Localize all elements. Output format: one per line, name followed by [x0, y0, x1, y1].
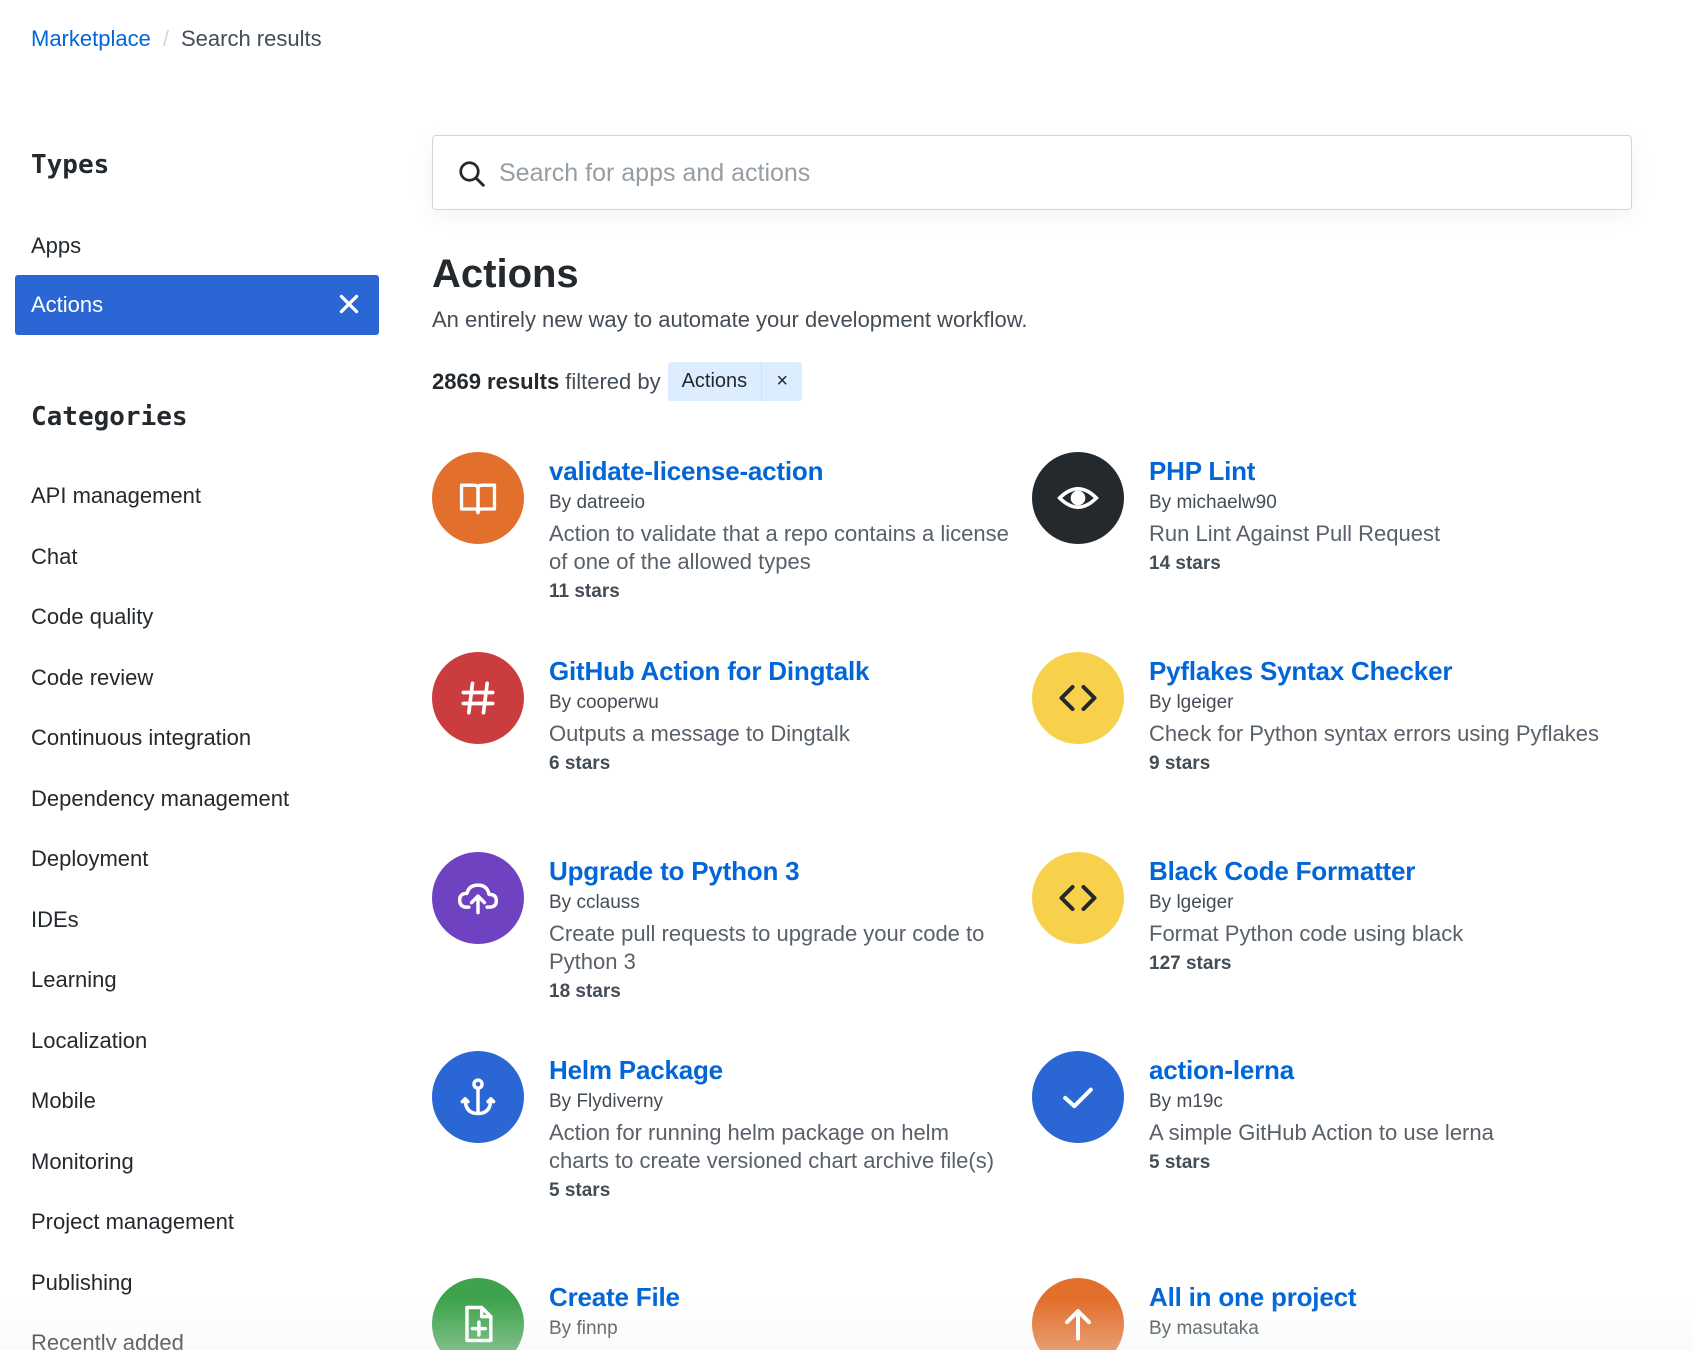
search-box	[432, 135, 1632, 210]
category-item[interactable]: Code review	[31, 652, 289, 713]
action-title-link[interactable]: Upgrade to Python 3	[549, 854, 1009, 888]
action-author: By cclauss	[549, 892, 640, 913]
action-avatar[interactable]	[432, 452, 524, 544]
action-author: By finnp	[549, 1318, 618, 1339]
category-item[interactable]: Project management	[31, 1196, 289, 1257]
action-title-link[interactable]: All in one project	[1149, 1280, 1609, 1314]
action-stars: 9 stars	[1149, 753, 1211, 774]
action-author: By masutaka	[1149, 1318, 1259, 1339]
category-item[interactable]: IDEs	[31, 894, 289, 955]
type-filter-label: Apps	[31, 233, 82, 258]
book-icon	[459, 483, 497, 515]
action-description: Action to validate that a repo contains …	[549, 521, 1009, 574]
close-icon[interactable]	[336, 291, 362, 317]
action-stars: 5 stars	[1149, 1152, 1211, 1173]
file-add-icon	[465, 1305, 493, 1343]
action-stars: 6 stars	[549, 753, 611, 774]
type-filter-actions[interactable]: Actions	[15, 275, 379, 335]
category-item[interactable]: Code quality	[31, 591, 289, 652]
anchor-icon	[460, 1078, 496, 1116]
eye-icon	[1057, 487, 1099, 509]
action-title-link[interactable]: Pyflakes Syntax Checker	[1149, 654, 1609, 688]
action-description: Run Lint Against Pull Request	[1149, 521, 1441, 546]
action-title-link[interactable]: Helm Package	[549, 1053, 1009, 1087]
action-description: Create pull requests to upgrade your cod…	[549, 921, 985, 974]
action-stars: 5 stars	[549, 1180, 611, 1201]
action-description: Outputs a message to Dingtalk	[549, 721, 850, 746]
action-stars: 11 stars	[549, 581, 620, 602]
categories-heading: Categories	[31, 402, 188, 432]
filter-chip-remove-button[interactable]: ×	[761, 362, 802, 401]
action-avatar[interactable]	[432, 652, 524, 744]
search-icon	[459, 161, 485, 187]
action-description: A simple GitHub Action to use lerna	[1149, 1120, 1494, 1145]
action-title-link[interactable]: Create File	[549, 1280, 1009, 1314]
code-icon	[1059, 884, 1097, 912]
action-avatar[interactable]	[432, 1278, 524, 1350]
results-count: 2869 results	[432, 368, 560, 394]
category-item[interactable]: Publishing	[31, 1257, 289, 1318]
filter-chip-label: Actions	[681, 370, 748, 392]
filtered-by-label: filtered by	[565, 368, 661, 394]
action-avatar[interactable]	[1032, 1051, 1124, 1143]
action-author: By m19c	[1149, 1091, 1223, 1112]
action-avatar[interactable]	[1032, 1278, 1124, 1350]
action-title-link[interactable]: PHP Lint	[1149, 454, 1609, 488]
type-filter-apps[interactable]: Apps	[15, 216, 379, 276]
category-item[interactable]: Learning	[31, 954, 289, 1015]
action-avatar[interactable]	[432, 852, 524, 944]
action-description: Action for running helm package on helm …	[549, 1120, 995, 1173]
search-input[interactable]	[499, 150, 1609, 196]
page-title: Actions	[432, 252, 579, 296]
category-item[interactable]: Deployment	[31, 833, 289, 894]
results-summary: 2869 results filtered by Actions ×	[432, 362, 803, 401]
action-description: Format Python code using black	[1149, 921, 1464, 946]
action-author: By cooperwu	[549, 692, 659, 713]
action-description: Check for Python syntax errors using Pyf…	[1149, 721, 1599, 746]
category-list: API management Chat Code quality Code re…	[31, 470, 289, 1350]
action-avatar[interactable]	[1032, 452, 1124, 544]
check-icon	[1063, 1087, 1093, 1109]
action-avatar[interactable]	[1032, 852, 1124, 944]
sidebar: Types Apps Actions Categories API manage…	[0, 0, 390, 1350]
category-item[interactable]: Dependency management	[31, 773, 289, 834]
action-author: By michaelw90	[1149, 492, 1277, 513]
arrow-up-icon	[1064, 1309, 1092, 1341]
action-author: By lgeiger	[1149, 892, 1234, 913]
action-stars: 14 stars	[1149, 553, 1221, 574]
category-item[interactable]: API management	[31, 470, 289, 531]
category-item[interactable]: Continuous integration	[31, 712, 289, 773]
hash-icon	[461, 681, 495, 715]
filter-chip: Actions ×	[667, 362, 803, 401]
action-stars: 127 stars	[1149, 953, 1232, 974]
action-avatar[interactable]	[1032, 652, 1124, 744]
category-item[interactable]: Mobile	[31, 1075, 289, 1136]
category-item[interactable]: Recently added	[31, 1317, 289, 1350]
action-author: By lgeiger	[1149, 692, 1234, 713]
code-icon	[1059, 684, 1097, 712]
action-stars: 18 stars	[549, 981, 621, 1002]
action-title-link[interactable]: validate-license-action	[549, 454, 1009, 488]
category-item[interactable]: Monitoring	[31, 1136, 289, 1197]
cloud-upload-icon	[457, 883, 499, 915]
category-item[interactable]: Chat	[31, 531, 289, 592]
type-filter-label: Actions	[31, 292, 104, 317]
action-title-link[interactable]: Black Code Formatter	[1149, 854, 1609, 888]
action-author: By Flydiverny	[549, 1091, 664, 1112]
action-avatar[interactable]	[432, 1051, 524, 1143]
page-subtitle: An entirely new way to automate your dev…	[432, 307, 1028, 332]
action-author: By datreeio	[549, 492, 646, 513]
category-item[interactable]: Localization	[31, 1015, 289, 1076]
types-heading: Types	[31, 150, 110, 180]
action-title-link[interactable]: action-lerna	[1149, 1053, 1609, 1087]
action-title-link[interactable]: GitHub Action for Dingtalk	[549, 654, 1009, 688]
